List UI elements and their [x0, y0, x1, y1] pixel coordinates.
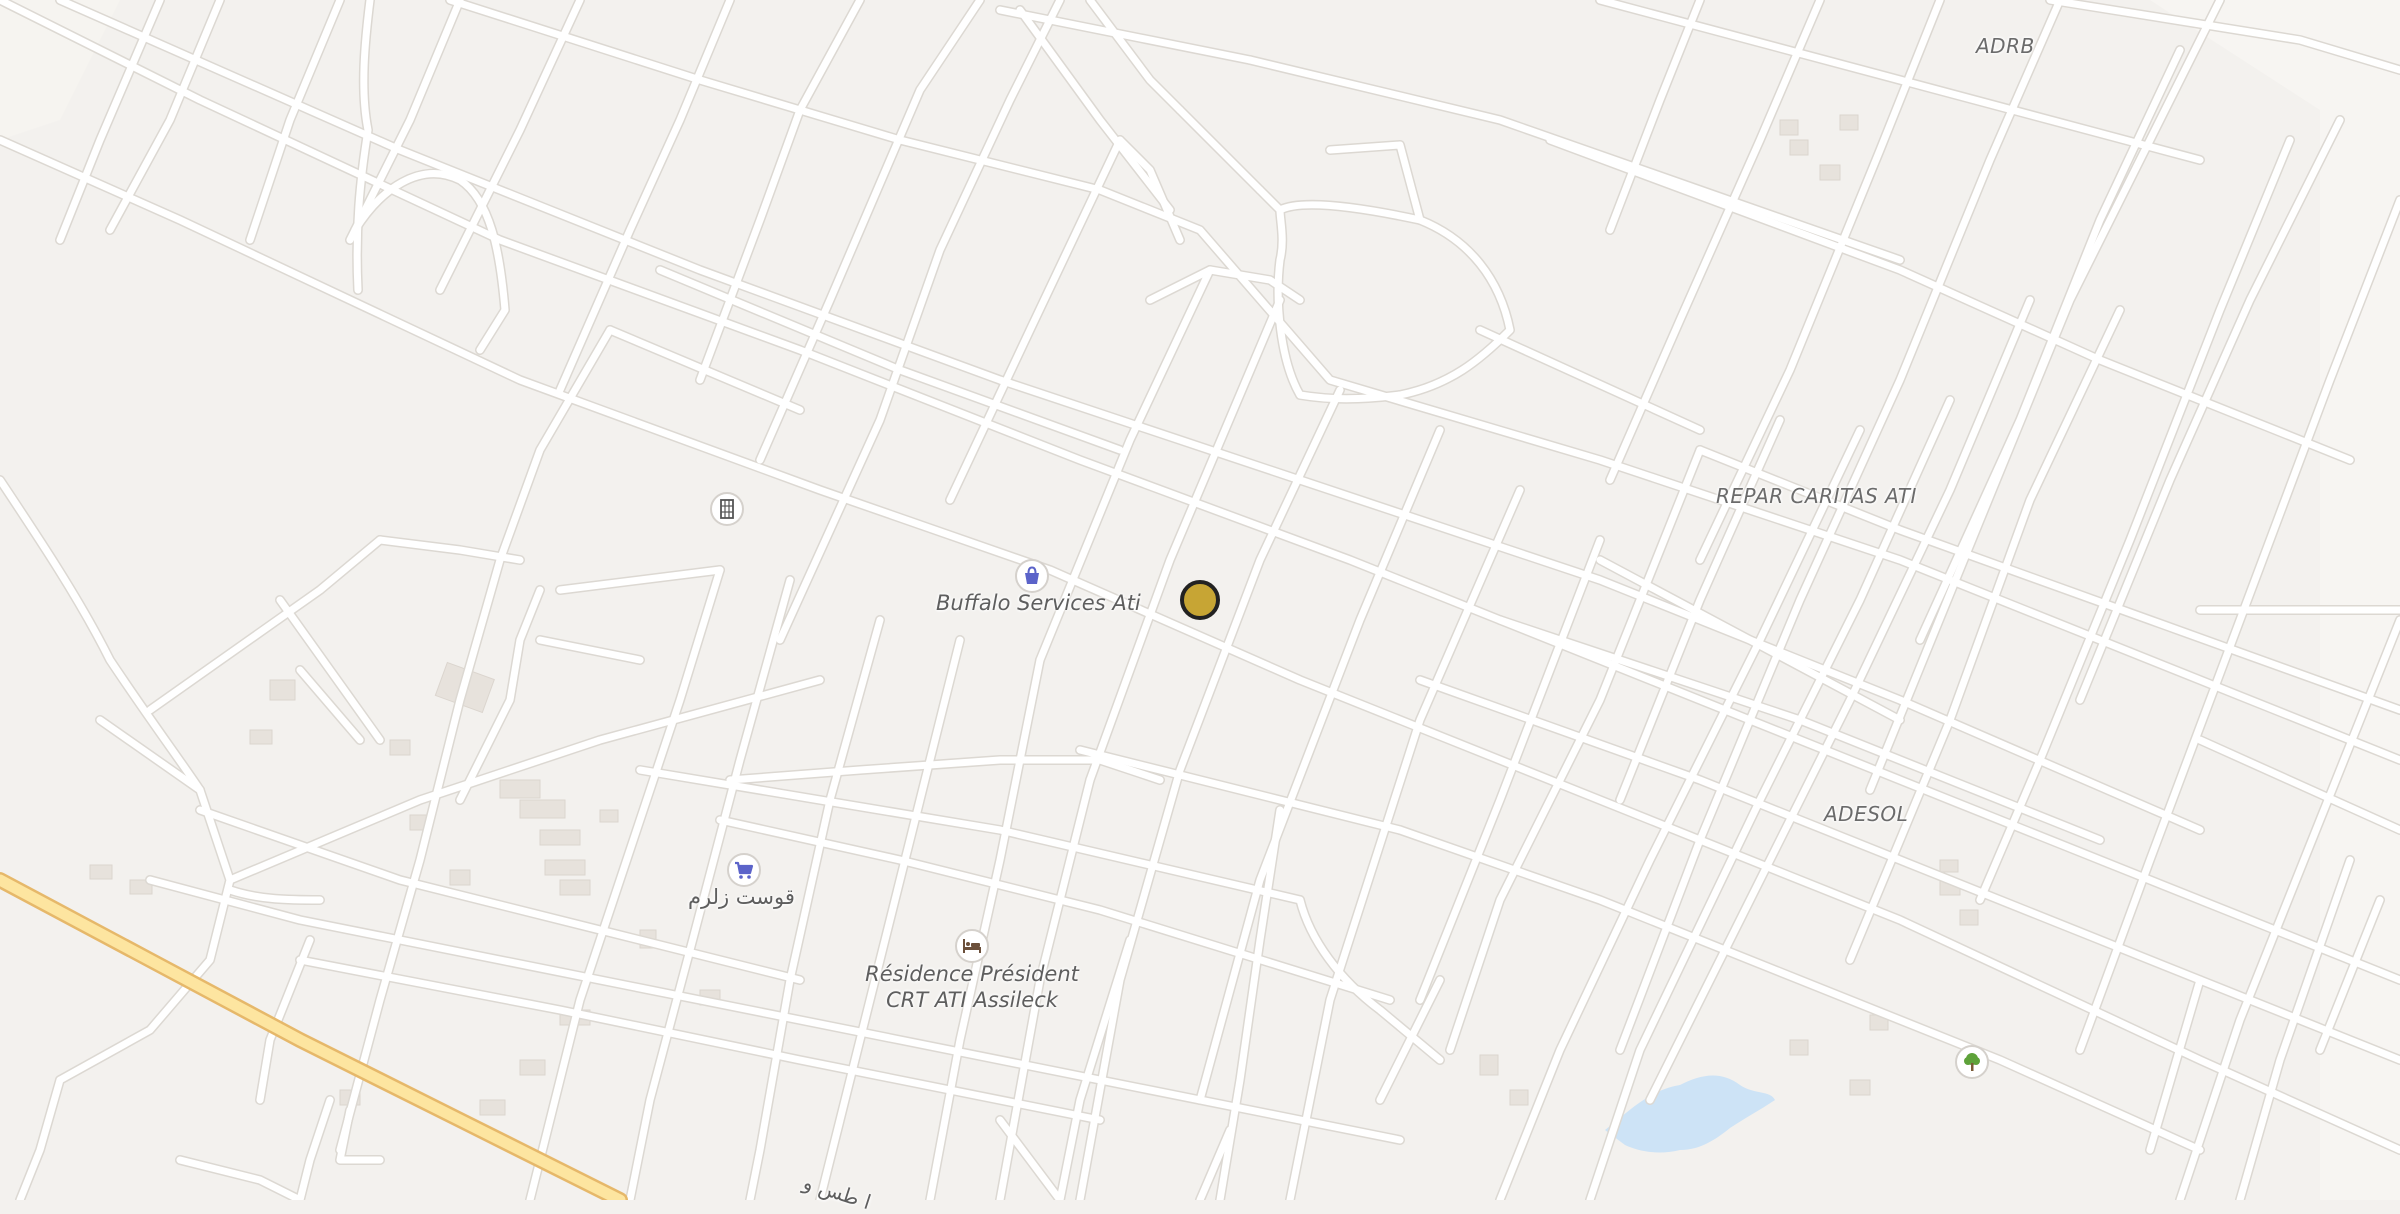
bed-icon[interactable]: [955, 929, 989, 963]
building-icon[interactable]: [710, 492, 744, 526]
place-label-adesol[interactable]: ADESOL: [1824, 802, 1908, 826]
tree-icon[interactable]: [1955, 1045, 1989, 1079]
poi-label-arabic-shop[interactable]: قوست زلرم: [688, 885, 795, 909]
poi-label-residence-line1: Résidence Président: [865, 962, 1079, 986]
poi-label-residence[interactable]: Résidence Président CRT ATI Assileck: [862, 961, 1082, 1013]
shopping-bag-icon[interactable]: [1015, 559, 1049, 593]
place-label-adrb[interactable]: ADRB: [1976, 34, 2035, 58]
location-marker[interactable]: [1180, 580, 1220, 620]
poi-label-residence-line2: CRT ATI Assileck: [886, 988, 1058, 1012]
shopping-cart-icon[interactable]: [727, 853, 761, 887]
poi-label-buffalo-services[interactable]: Buffalo Services Ati: [936, 591, 1141, 615]
place-label-repar-caritas[interactable]: REPAR CARITAS ATI: [1716, 484, 1917, 508]
